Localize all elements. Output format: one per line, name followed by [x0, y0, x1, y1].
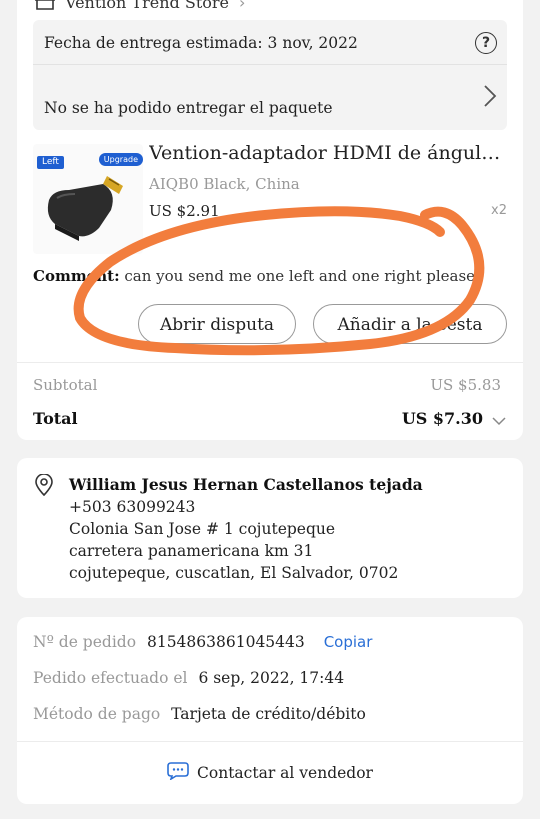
chevron-down-icon[interactable] [492, 411, 506, 430]
shipping-address-card: William Jesus Hernan Castellanos tejada … [17, 458, 523, 598]
subtotal-label: Subtotal [33, 376, 98, 394]
address-line-2: carretera panamericana km 31 [69, 542, 314, 560]
order-date-label: Pedido efectuado el [33, 669, 188, 687]
help-icon[interactable]: ? [475, 32, 497, 54]
divider [17, 362, 523, 363]
open-dispute-button[interactable]: Abrir disputa [138, 304, 296, 344]
estimated-delivery: Fecha de entrega estimada: 3 nov, 2022 [44, 34, 358, 52]
recipient-phone: +503 63099243 [69, 498, 196, 516]
divider [33, 64, 507, 65]
order-date-value: 6 sep, 2022, 17:44 [198, 669, 345, 687]
address-line-1: Colonia San Jose # 1 cojutepeque [69, 520, 336, 538]
store-name: Vention Trend Store [65, 0, 229, 12]
product-price: US $2.91 [149, 202, 220, 220]
order-number-label: Nº de pedido [33, 633, 137, 651]
hdmi-adapter-picture [47, 176, 123, 241]
copy-button[interactable]: Copiar [324, 633, 373, 651]
order-card: Vention Trend Store › Fecha de entrega e… [17, 0, 523, 440]
comment-text: can you send me one left and one right p… [124, 267, 476, 285]
store-icon [35, 0, 55, 10]
product-variant: AIQB0 Black, China [149, 175, 300, 193]
order-date-row: Pedido efectuado el 6 sep, 2022, 17:44 [33, 669, 344, 687]
payment-method-label: Método de pago [33, 705, 161, 723]
product-image[interactable]: Left Upgrade [33, 144, 143, 254]
contact-seller-button[interactable]: Contactar al vendedor [17, 762, 523, 784]
divider [17, 741, 523, 742]
comment-label: Comment: [33, 267, 120, 285]
delivery-info-box[interactable]: Fecha de entrega estimada: 3 nov, 2022 ?… [33, 20, 507, 130]
total-label: Total [33, 409, 78, 428]
chevron-right-icon[interactable] [483, 84, 497, 112]
order-info-card: Nº de pedido 8154863861045443 Copiar Ped… [17, 617, 523, 804]
chevron-right-icon: › [239, 0, 246, 12]
contact-seller-label: Contactar al vendedor [197, 764, 373, 782]
order-number-row: Nº de pedido 8154863861045443 Copiar [33, 633, 372, 651]
delivery-status: No se ha podido entregar el paquete [44, 99, 333, 117]
payment-method-row: Método de pago Tarjeta de crédito/débito [33, 705, 366, 723]
store-header[interactable]: Vention Trend Store › [35, 0, 245, 12]
product-quantity: x2 [491, 203, 507, 218]
total-value[interactable]: US $7.30 [402, 409, 483, 428]
address-line-3: cojutepeque, cuscatlan, El Salvador, 070… [69, 564, 399, 582]
location-pin-icon [34, 473, 54, 500]
comment: Comment: can you send me one left and on… [33, 267, 475, 285]
chat-icon [167, 762, 189, 784]
badge-upgrade: Upgrade [98, 153, 143, 166]
order-number-value: 8154863861045443 [146, 633, 305, 651]
recipient-name: William Jesus Hernan Castellanos tejada [69, 475, 423, 494]
subtotal-value: US $5.83 [430, 376, 501, 394]
payment-method-value: Tarjeta de crédito/débito [171, 705, 366, 723]
product-title[interactable]: Vention-adaptador HDMI de ángulo r... [149, 142, 509, 164]
add-to-cart-button[interactable]: Añadir a la cesta [313, 304, 507, 344]
